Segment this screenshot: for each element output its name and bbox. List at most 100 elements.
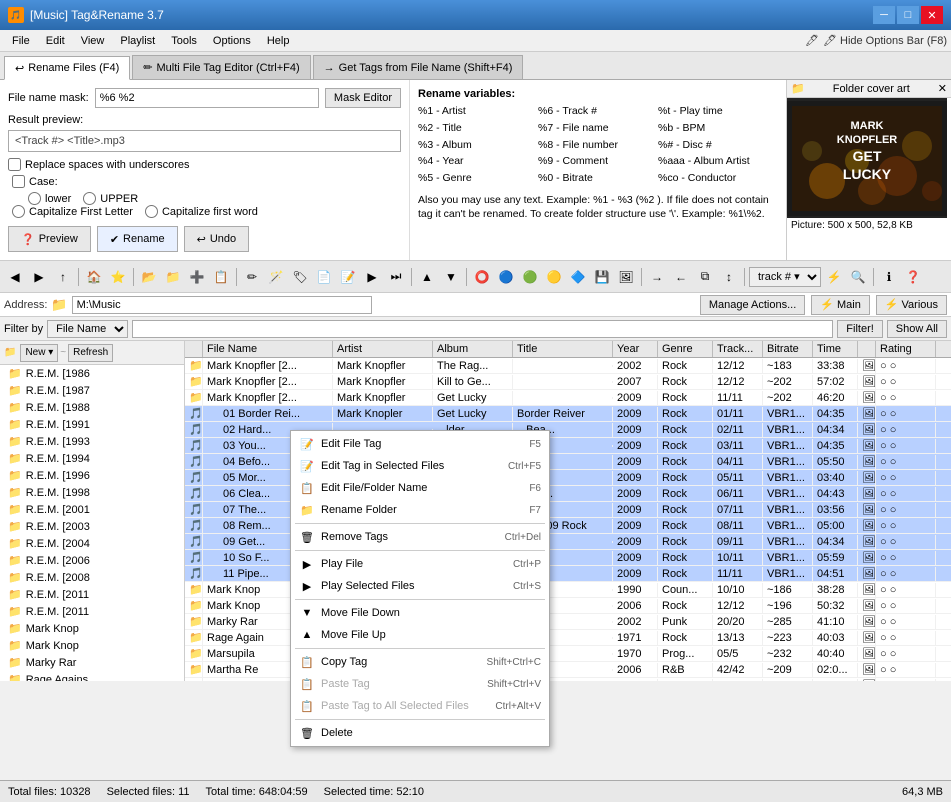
table-row[interactable]: 📁 Mark Knopfler [2... Mark Knopfler Get … [185,390,951,406]
toolbar-star[interactable]: ⭐ [107,266,129,288]
toolbar-copy2[interactable]: ⧉ [694,266,716,288]
col-time[interactable]: Time [813,341,858,357]
col-filename[interactable]: File Name [203,341,333,357]
tab-gettags[interactable]: → Get Tags from File Name (Shift+F4) [313,55,524,79]
table-row[interactable]: 📁 Mark Knopfler [2... Mark Knopfler The … [185,358,951,374]
cap-first-letter-radio[interactable] [12,205,25,218]
cap-first-word-radio[interactable] [145,205,158,218]
filter-select[interactable]: File Name [47,320,128,338]
tab-multitag[interactable]: ✏ Multi File Tag Editor (Ctrl+F4) [132,55,310,79]
col-year[interactable]: Year [613,341,658,357]
toolbar-search[interactable]: 🔍 [847,266,869,288]
col-rating[interactable]: Rating [876,341,936,357]
menu-view[interactable]: View [73,33,113,49]
toolbar-doc[interactable]: 📝 [337,266,359,288]
sidebar-item-17[interactable]: 📁Marky Rar [0,654,184,671]
toolbar-folder-open[interactable]: 📂 [138,266,160,288]
toolbar-folder[interactable]: 📁 [162,266,184,288]
toolbar-triangle-down[interactable]: ▼ [440,266,462,288]
toolbar-arrow-left[interactable]: ← [670,266,692,288]
toolbar-tag[interactable]: 🏷 [289,266,311,288]
toolbar-up[interactable]: ↑ [52,266,74,288]
col-bitrate[interactable]: Bitrate [763,341,813,357]
sidebar-item-18[interactable]: 📁Rage Agains [0,671,184,681]
toolbar-pencil[interactable]: ✏ [241,266,263,288]
address-input[interactable] [72,296,372,314]
col-artist[interactable]: Artist [333,341,433,357]
filter-input[interactable] [132,320,833,338]
toolbar-circle[interactable]: ⭕ [471,266,493,288]
menu-help[interactable]: Help [259,33,298,49]
track-select[interactable]: track # ▾ [749,267,821,287]
toolbar-home[interactable]: 🏠 [83,266,105,288]
sidebar-item-10[interactable]: 📁R.E.M. [2004 [0,535,184,552]
manage-actions-button[interactable]: Manage Actions... [700,295,805,315]
sidebar-item-4[interactable]: 📁R.E.M. [1993 [0,433,184,450]
sidebar-item-2[interactable]: 📁R.E.M. [1988 [0,399,184,416]
context-item-delete[interactable]: 🗑 Delete [291,722,549,744]
menu-playlist[interactable]: Playlist [112,33,163,49]
toolbar-green[interactable]: 🟢 [519,266,541,288]
context-item-rename-folder[interactable]: 📁 Rename Folder F7 [291,499,549,521]
toolbar-wand[interactable]: 🪄 [265,266,287,288]
sidebar-item-5[interactable]: 📁R.E.M. [1994 [0,450,184,467]
lower-radio[interactable] [28,192,41,205]
toolbar-add[interactable]: ➕ [186,266,208,288]
table-row[interactable]: 🎵 01 Border Rei... Mark Knopler Get Luck… [185,406,951,422]
toolbar-yellow[interactable]: 🟡 [543,266,565,288]
sidebar-item-8[interactable]: 📁R.E.M. [2001 [0,501,184,518]
rename-button[interactable]: ✔ Rename [97,226,178,252]
upper-radio[interactable] [83,192,96,205]
undo-button[interactable]: ↩ Undo [184,226,250,252]
sidebar-item-15[interactable]: 📁Mark Knop [0,620,184,637]
sidebar-item-14[interactable]: 📁R.E.M. [2011 [0,603,184,620]
sidebar-item-6[interactable]: 📁R.E.M. [1996 [0,467,184,484]
close-button[interactable]: ✕ [921,6,943,24]
context-item-play-selected[interactable]: ▶ Play Selected Files Ctrl+S [291,575,549,597]
toolbar-back[interactable]: ◀ [4,266,26,288]
col-genre[interactable]: Genre [658,341,713,357]
col-img[interactable] [858,341,876,357]
col-album[interactable]: Album [433,341,513,357]
maximize-button[interactable]: □ [897,6,919,24]
context-item-remove-tags[interactable]: 🗑 Remove Tags Ctrl+Del [291,526,549,548]
new-button[interactable]: New ▾ [20,344,58,362]
toolbar-skip[interactable]: ⏭ [385,266,407,288]
sidebar-item-1[interactable]: 📁R.E.M. [1987 [0,382,184,399]
sidebar-item-12[interactable]: 📁R.E.M. [2008 [0,569,184,586]
replace-spaces-checkbox[interactable] [8,158,21,171]
toolbar-file[interactable]: 📄 [313,266,335,288]
main-button[interactable]: ⚡ Main [811,295,870,315]
menu-tools[interactable]: Tools [163,33,205,49]
context-item-edit-file-tag[interactable]: 📝 Edit File Tag F5 [291,433,549,455]
toolbar-forward[interactable]: ▶ [28,266,50,288]
tab-rename[interactable]: ↩ Rename Files (F4) [4,56,130,80]
toolbar-arrow-right[interactable]: → [646,266,668,288]
context-item-play-file[interactable]: ▶ Play File Ctrl+P [291,553,549,575]
context-item-edit-tag-selected[interactable]: 📝 Edit Tag in Selected Files Ctrl+F5 [291,455,549,477]
toolbar-info[interactable]: ℹ [878,266,900,288]
hide-options-bar[interactable]: 🖊 🖊 Hide Options Bar (F8) [805,34,947,47]
col-title[interactable]: Title [513,341,613,357]
col-track[interactable]: Track... [713,341,763,357]
sidebar-item-0[interactable]: 📁R.E.M. [1986 [0,365,184,382]
menu-file[interactable]: File [4,33,38,49]
various-button[interactable]: ⚡ Various [876,295,947,315]
menu-options[interactable]: Options [205,33,259,49]
sidebar-item-13[interactable]: 📁R.E.M. [2011 [0,586,184,603]
sidebar-item-16[interactable]: 📁Mark Knop [0,637,184,654]
menu-edit[interactable]: Edit [38,33,73,49]
col-icon[interactable] [185,341,203,357]
toolbar-save[interactable]: 💾 [591,266,613,288]
context-item-move-down[interactable]: ▼ Move File Down [291,602,549,624]
preview-button[interactable]: ❓ Preview [8,226,91,252]
context-item-edit-file-folder[interactable]: 📋 Edit File/Folder Name F6 [291,477,549,499]
toolbar-copy[interactable]: 📋 [210,266,232,288]
sidebar-item-3[interactable]: 📁R.E.M. [1991 [0,416,184,433]
sidebar-item-7[interactable]: 📁R.E.M. [1998 [0,484,184,501]
toolbar-image[interactable]: 🖼 [615,266,637,288]
toolbar-plus-circle[interactable]: 🔵 [495,266,517,288]
context-item-copy-tag[interactable]: 📋 Copy Tag Shift+Ctrl+C [291,651,549,673]
case-checkbox[interactable] [12,175,25,188]
show-all-button[interactable]: Show All [887,320,947,338]
